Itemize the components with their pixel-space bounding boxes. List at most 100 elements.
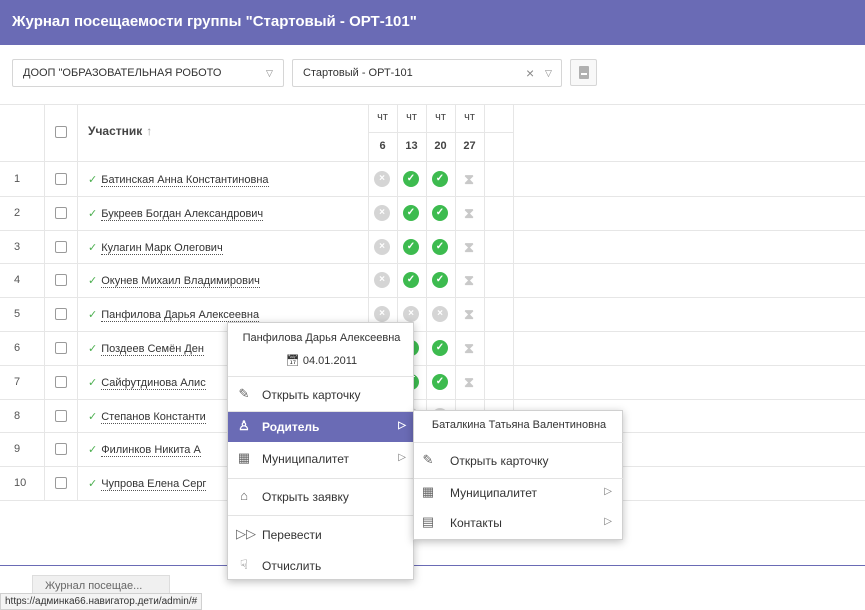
participant-name-link[interactable]: Батинская Анна Константиновна xyxy=(101,174,269,187)
row-checkbox[interactable] xyxy=(55,308,67,320)
participant-name-link[interactable]: Чупрова Елена Серг xyxy=(101,478,207,491)
row-number: 7 xyxy=(14,376,21,388)
row-checkbox[interactable] xyxy=(55,173,67,185)
present-icon[interactable]: ✓ xyxy=(432,171,448,187)
row-checkbox[interactable] xyxy=(55,376,67,388)
sort-ascending-icon[interactable]: ↑ xyxy=(146,124,152,138)
present-icon[interactable]: ✓ xyxy=(432,272,448,288)
building-icon: ▦ xyxy=(421,484,435,499)
menu-item-label: Отчислить xyxy=(262,559,322,573)
participant-name-link[interactable]: Сайфутдинова Алис xyxy=(101,377,206,390)
submenu-item-label: Открыть карточку xyxy=(450,454,549,468)
participant-name[interactable]: ✓ Филинков Никита А xyxy=(88,443,201,457)
present-icon[interactable]: ✓ xyxy=(403,205,419,221)
participant-name[interactable]: ✓ Батинская Анна Константиновна xyxy=(88,173,269,187)
row-number: 8 xyxy=(14,410,21,422)
verified-check-icon: ✓ xyxy=(88,343,98,355)
context-menu-person-name: Панфилова Дарья Алексеевна xyxy=(242,332,401,344)
participant-column-header[interactable]: Участник ↑ xyxy=(88,124,152,138)
present-icon[interactable]: ✓ xyxy=(432,374,448,390)
participant-name[interactable]: ✓ Поздеев Семён Ден xyxy=(88,342,204,356)
submenu-item-label: Контакты xyxy=(450,516,502,530)
menu-item-parent[interactable]: ♙ Родитель ▷ xyxy=(228,412,415,442)
select-all-checkbox[interactable] xyxy=(55,126,67,138)
menu-item-municipality[interactable]: ▦ Муниципалитет ▷ xyxy=(228,444,415,474)
absent-icon[interactable]: × xyxy=(403,306,419,322)
csv-file-icon xyxy=(579,66,589,79)
clear-icon[interactable]: × xyxy=(526,65,534,81)
absent-icon[interactable]: × xyxy=(432,306,448,322)
status-url: https://админка66.навигатор.дети/admin/# xyxy=(0,593,203,610)
export-csv-button[interactable] xyxy=(570,59,597,86)
pending-hourglass-icon[interactable]: ⧗ xyxy=(461,340,477,356)
present-icon[interactable]: ✓ xyxy=(403,171,419,187)
menu-item-transfer[interactable]: ▷▷ Перевести xyxy=(228,520,415,550)
submenu-item-municipality[interactable]: ▦ Муниципалитет ▷ xyxy=(414,478,624,508)
submenu-parent-name: Баталкина Татьяна Валентиновна xyxy=(431,419,607,431)
building-icon: ▦ xyxy=(237,450,251,465)
row-checkbox[interactable] xyxy=(55,274,67,286)
participant-name-link[interactable]: Букреев Богдан Александрович xyxy=(101,208,264,221)
pending-hourglass-icon[interactable]: ⧗ xyxy=(461,272,477,288)
participant-name-link[interactable]: Окунев Михаил Владимирович xyxy=(101,275,260,288)
chevron-right-icon: ▷ xyxy=(604,516,612,527)
absent-icon[interactable]: × xyxy=(374,171,390,187)
menu-item-open-card[interactable]: ✎ Открыть карточку xyxy=(228,380,415,410)
day-header-date: 20 xyxy=(434,140,447,152)
participant-name-link[interactable]: Степанов Константи xyxy=(101,411,206,424)
row-checkbox[interactable] xyxy=(55,443,67,455)
filter-bar: ДООП "ОБРАЗОВАТЕЛЬНАЯ РОБОТО ▽ Стартовый… xyxy=(0,45,865,104)
participant-name[interactable]: ✓ Чупрова Елена Серг xyxy=(88,477,207,491)
row-checkbox[interactable] xyxy=(55,207,67,219)
present-icon[interactable]: ✓ xyxy=(432,340,448,356)
pending-hourglass-icon[interactable]: ⧗ xyxy=(461,306,477,322)
participant-name[interactable]: ✓ Кулагин Марк Олегович xyxy=(88,241,223,255)
row-checkbox[interactable] xyxy=(55,342,67,354)
menu-item-open-application[interactable]: ⌂ Открыть заявку xyxy=(228,482,415,512)
context-menu: Панфилова Дарья Алексеевна 📅︎ 04.01.2011… xyxy=(227,322,415,581)
present-icon[interactable]: ✓ xyxy=(432,239,448,255)
absent-icon[interactable]: × xyxy=(374,239,390,255)
present-icon[interactable]: ✓ xyxy=(403,272,419,288)
participant-name-link[interactable]: Филинков Никита А xyxy=(101,444,201,457)
present-icon[interactable]: ✓ xyxy=(432,205,448,221)
pending-hourglass-icon[interactable]: ⧗ xyxy=(461,239,477,255)
pending-hourglass-icon[interactable]: ⧗ xyxy=(461,171,477,187)
absent-icon[interactable]: × xyxy=(374,205,390,221)
row-checkbox[interactable] xyxy=(55,241,67,253)
program-select[interactable]: ДООП "ОБРАЗОВАТЕЛЬНАЯ РОБОТО ▽ xyxy=(12,59,284,87)
group-select[interactable]: Стартовый - ОРТ-101 × ▽ xyxy=(292,59,562,87)
row-number: 5 xyxy=(14,308,21,320)
institution-icon: ⌂ xyxy=(240,488,248,503)
row-checkbox[interactable] xyxy=(55,410,67,422)
submenu-item-open-card[interactable]: ✎ Открыть карточку xyxy=(414,446,624,476)
absent-icon[interactable]: × xyxy=(374,306,390,322)
birth-date-value: 04.01.2011 xyxy=(302,355,358,367)
submenu-item-contacts[interactable]: ▤ Контакты ▷ xyxy=(414,508,624,538)
participant-name-link[interactable]: Панфилова Дарья Алексеевна xyxy=(101,309,260,322)
row-number: 2 xyxy=(14,207,21,219)
participant-name-link[interactable]: Поздеев Семён Ден xyxy=(101,343,204,356)
absent-icon[interactable]: × xyxy=(374,272,390,288)
edit-icon: ✎ xyxy=(422,452,434,467)
verified-check-icon: ✓ xyxy=(88,377,98,389)
participant-name-link[interactable]: Кулагин Марк Олегович xyxy=(101,242,223,255)
participant-name[interactable]: ✓ Букреев Богдан Александрович xyxy=(88,207,264,221)
calendar-icon: 📅︎ xyxy=(285,355,300,367)
participant-name[interactable]: ✓ Степанов Константи xyxy=(88,410,206,424)
day-header-weekday: чт xyxy=(377,111,388,123)
chevron-down-icon: ▽ xyxy=(545,68,552,78)
day-header-date: 6 xyxy=(379,140,386,152)
participant-name[interactable]: ✓ Сайфутдинова Алис xyxy=(88,376,206,390)
edit-icon: ✎ xyxy=(238,386,250,401)
pending-hourglass-icon[interactable]: ⧗ xyxy=(461,205,477,221)
present-icon[interactable]: ✓ xyxy=(403,239,419,255)
row-checkbox[interactable] xyxy=(55,477,67,489)
menu-item-expel[interactable]: ☟ Отчислить xyxy=(228,551,415,581)
row-number: 4 xyxy=(14,274,21,286)
participant-name[interactable]: ✓ Панфилова Дарья Алексеевна xyxy=(88,308,260,322)
pending-hourglass-icon[interactable]: ⧗ xyxy=(461,374,477,390)
participant-name[interactable]: ✓ Окунев Михаил Владимирович xyxy=(88,274,260,288)
thumbs-down-icon: ☟ xyxy=(240,557,248,572)
chevron-right-icon: ▷ xyxy=(604,486,612,497)
